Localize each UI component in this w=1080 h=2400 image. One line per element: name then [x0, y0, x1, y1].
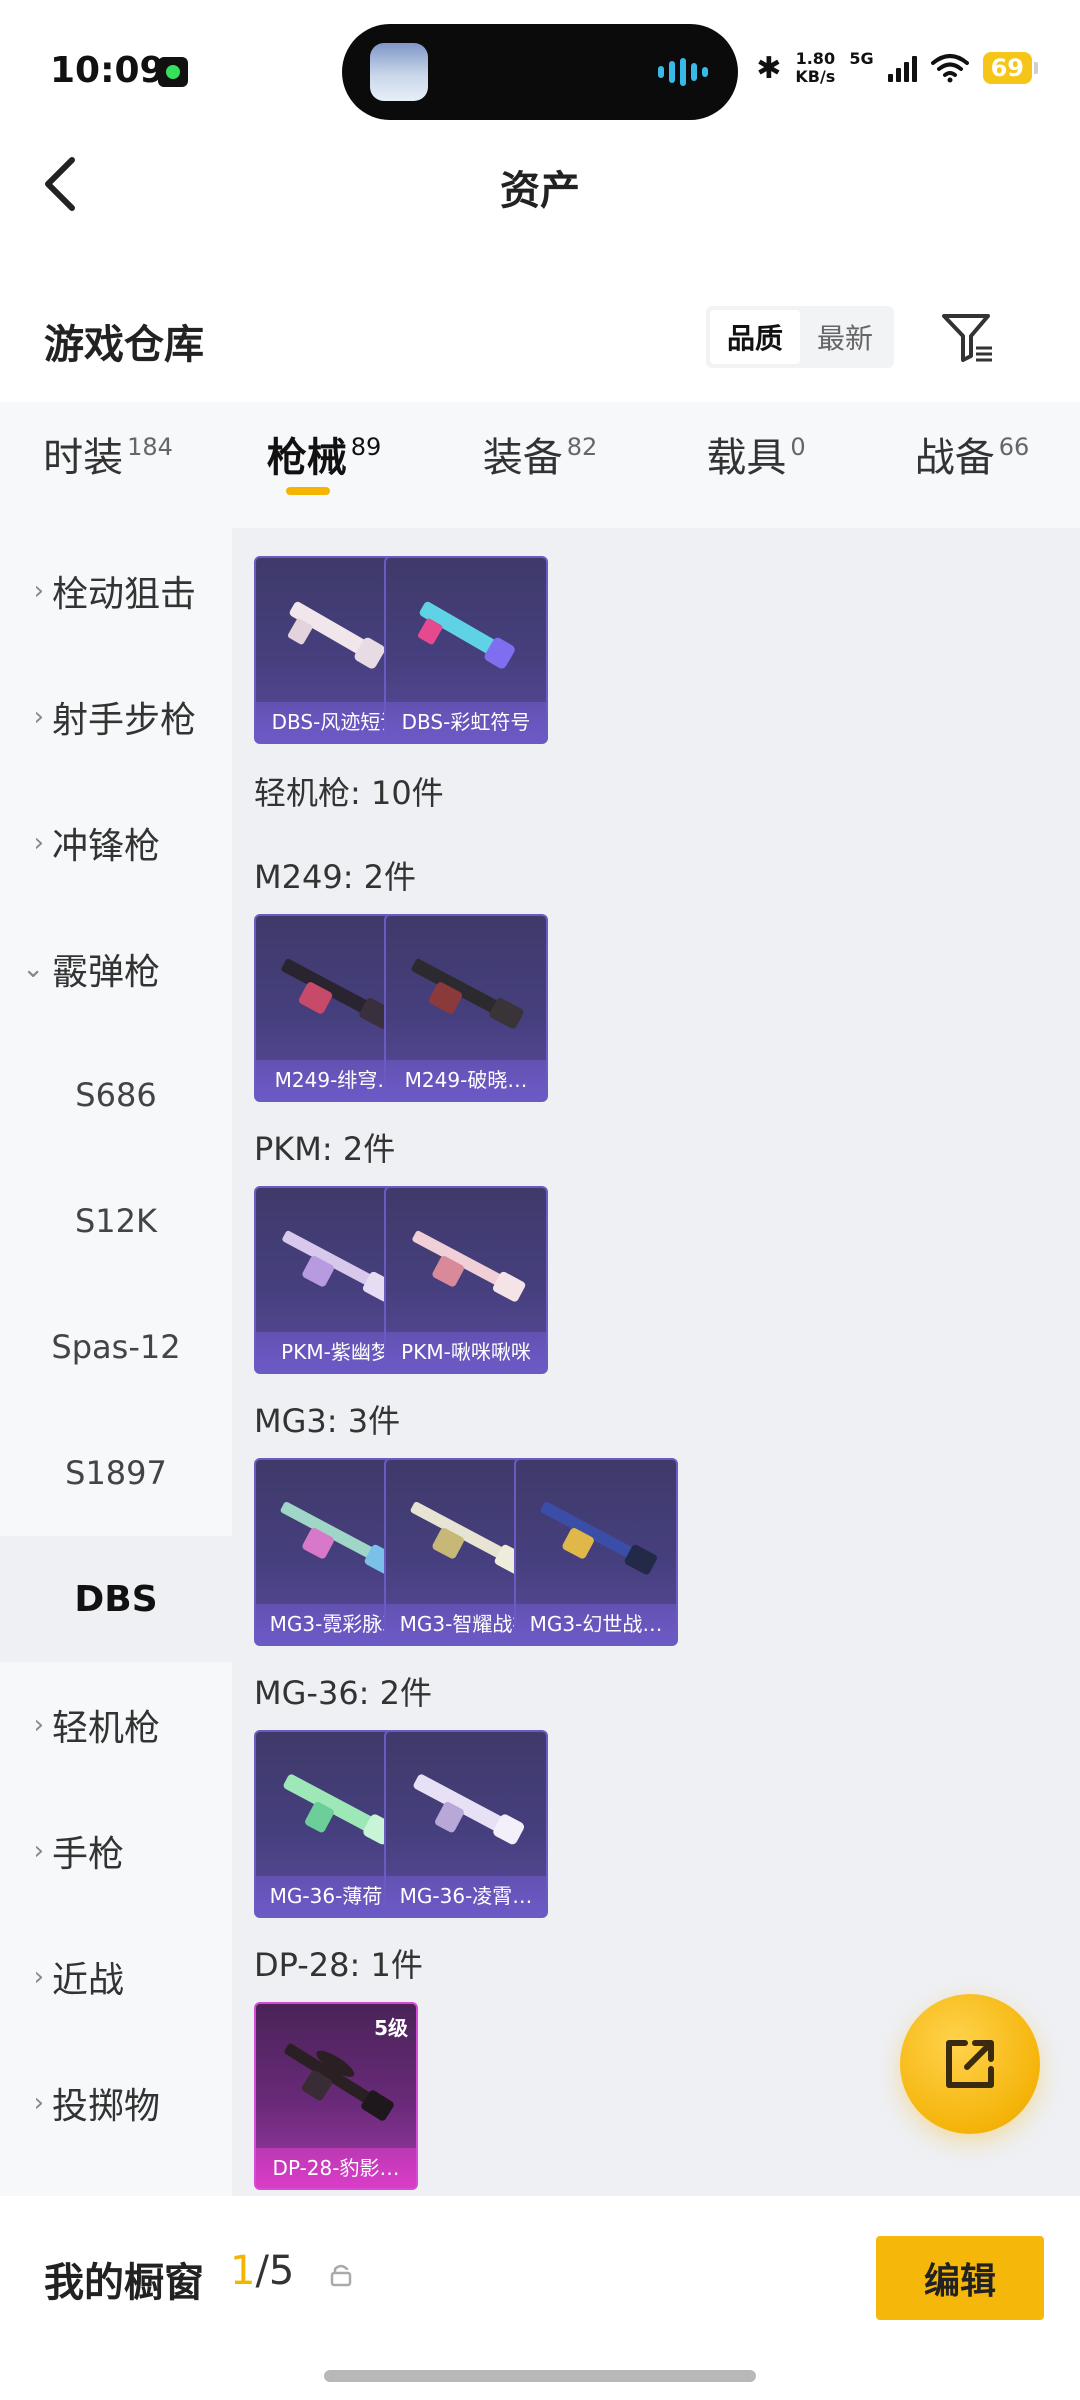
- sidebar-item-smg[interactable]: › 冲锋枪: [0, 780, 232, 906]
- tab-firearms[interactable]: 枪械 89: [216, 415, 432, 515]
- sidebar-item-shotgun[interactable]: ⌄ 霰弹枪: [0, 906, 232, 1032]
- sidebar-subitem-s12k[interactable]: S12K: [0, 1158, 232, 1284]
- wifi-icon: [930, 54, 969, 83]
- page-title: 资产: [500, 168, 580, 214]
- chevron-right-icon: ›: [33, 702, 44, 732]
- status-icons: ✱ 1.80 KB/s 5G 69: [756, 48, 1039, 86]
- skin-card[interactable]: MG3-幻世战…: [514, 1458, 678, 1646]
- network-type: 5G: [849, 48, 874, 68]
- sidebar-item-marksman[interactable]: › 射手步枪: [0, 654, 232, 780]
- tab-fashion[interactable]: 时装 184: [0, 415, 216, 515]
- chevron-right-icon: ›: [33, 576, 44, 606]
- sidebar-item-lmg[interactable]: › 轻机枪: [0, 1662, 232, 1788]
- chevron-right-icon: ›: [33, 828, 44, 858]
- group-title: MG3: 3件: [254, 1402, 401, 1440]
- sidebar-subitem-dbs[interactable]: DBS: [0, 1536, 232, 1662]
- sidebar-item-melee[interactable]: › 近战: [0, 1914, 232, 2040]
- dynamic-island[interactable]: [342, 24, 738, 120]
- network-speed: 1.80 KB/s: [795, 49, 836, 86]
- audio-wave-icon: [658, 58, 708, 86]
- sidebar-item-throwables[interactable]: › 投掷物: [0, 2040, 232, 2166]
- group-title: PKM: 2件: [254, 1130, 396, 1168]
- skin-card[interactable]: MG-36-凌霄…: [384, 1730, 548, 1918]
- skin-card[interactable]: M249-破晓…: [384, 914, 548, 1102]
- tab-vehicles[interactable]: 载具 0: [648, 415, 864, 515]
- showcase-title: 我的橱窗: [44, 2260, 204, 2306]
- category-tabs: 时装 184 枪械 89 装备 82 载具 0 战备 66: [0, 402, 1080, 528]
- machine-gun-icon: [540, 1501, 657, 1575]
- showcase-bar: 我的橱窗 1/5 编辑: [0, 2196, 1080, 2356]
- lock-icon: [330, 2264, 352, 2287]
- island-thumbnail: [370, 43, 428, 101]
- sort-toggle: 品质 最新: [706, 306, 894, 368]
- group-title: MG-36: 2件: [254, 1674, 432, 1712]
- machine-gun-icon: [412, 1230, 526, 1302]
- weapon-category-sidebar: › 栓动狙击 › 射手步枪 › 冲锋枪 ⌄ 霰弹枪 S686 S12K Spas…: [0, 528, 232, 2196]
- active-tab-indicator: [286, 487, 330, 495]
- section-title: 游戏仓库: [44, 322, 204, 368]
- sidebar-subitem-s686[interactable]: S686: [0, 1032, 232, 1158]
- skin-card[interactable]: PKM-啾咪啾咪: [384, 1186, 548, 1374]
- edit-button[interactable]: 编辑: [876, 2236, 1044, 2320]
- status-bar: 10:09 ✱ 1.80 KB/s 5G 69: [0, 0, 1080, 140]
- skin-card[interactable]: 5级 DP-28-豹影…: [254, 2002, 418, 2190]
- group-title: M249: 2件: [254, 858, 417, 896]
- machine-gun-icon: [284, 2043, 394, 2121]
- sort-quality-option[interactable]: 品质: [710, 310, 800, 364]
- external-link-icon: [946, 2040, 994, 2088]
- machine-gun-icon: [411, 958, 524, 1029]
- sidebar-item-bolt-action[interactable]: › 栓动狙击: [0, 528, 232, 654]
- bluetooth-icon: ✱: [756, 50, 782, 86]
- chevron-right-icon: ›: [33, 1836, 44, 1866]
- category-total-label: 轻机枪: 10件: [254, 774, 444, 812]
- filter-icon[interactable]: [940, 310, 996, 366]
- signal-icon: [887, 54, 917, 82]
- warehouse-header: 游戏仓库 品质 最新: [0, 290, 1080, 380]
- top-nav: 资产: [0, 130, 1080, 240]
- status-time: 10:09: [50, 50, 165, 91]
- sidebar-item-pistol[interactable]: › 手枪: [0, 1788, 232, 1914]
- skin-card[interactable]: DBS-彩虹符号: [384, 556, 548, 744]
- music-app-icon: [158, 57, 188, 87]
- showcase-count: 1/5: [230, 2248, 295, 2294]
- export-button[interactable]: [900, 1994, 1040, 2134]
- weapon-skin-list: DBS-风迹短诗 DBS-彩虹符号 轻机枪: 10件 M249: 2件 M249…: [232, 528, 1080, 2196]
- tab-equipment[interactable]: 装备 82: [432, 415, 648, 515]
- sidebar-subitem-spas12[interactable]: Spas-12: [0, 1284, 232, 1410]
- tab-supplies[interactable]: 战备 66: [864, 415, 1080, 515]
- group-title: DP-28: 1件: [254, 1946, 423, 1984]
- rifle-icon: [413, 1774, 525, 1845]
- battery-indicator: 69: [982, 52, 1039, 84]
- chevron-right-icon: ›: [33, 1962, 44, 1992]
- chevron-right-icon: ›: [33, 2088, 44, 2118]
- sidebar-subitem-s1897[interactable]: S1897: [0, 1410, 232, 1536]
- home-indicator[interactable]: [324, 2370, 756, 2382]
- shotgun-icon: [417, 601, 515, 669]
- chevron-down-icon: ⌄: [22, 954, 44, 984]
- sort-newest-option[interactable]: 最新: [800, 310, 890, 364]
- chevron-right-icon: ›: [33, 1710, 44, 1740]
